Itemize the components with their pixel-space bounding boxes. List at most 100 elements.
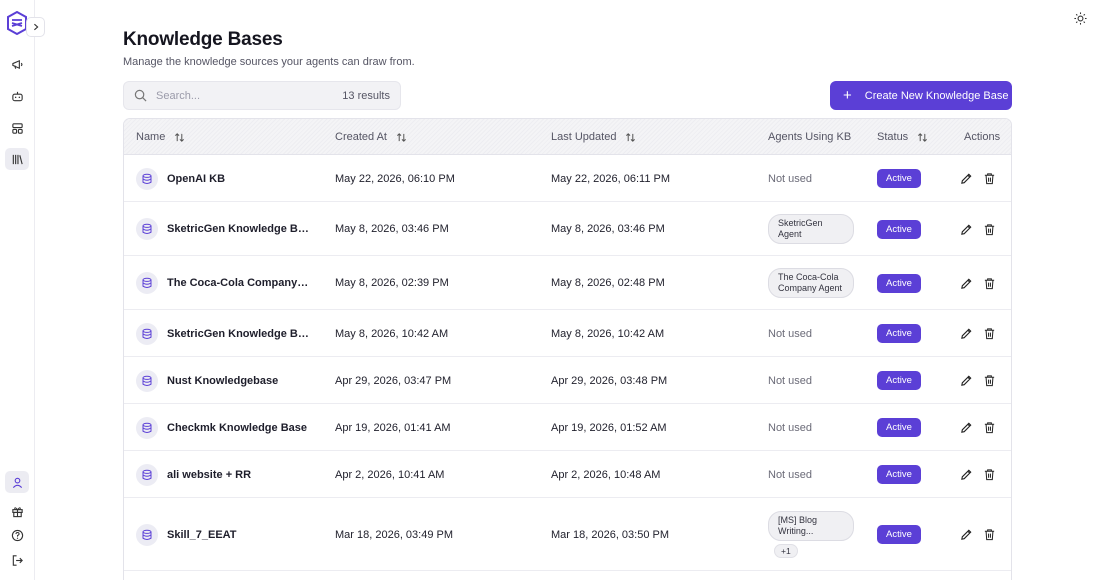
actions-cell [958,498,997,571]
database-icon [142,223,152,234]
trash-icon [984,328,994,340]
status-badge: Active [877,371,921,390]
edit-button[interactable] [958,275,974,291]
sidebar-item-layout[interactable] [5,117,29,139]
name-cell: Checkmk Knowledge Base [136,404,307,451]
column-header-label: Last Updated [551,131,617,143]
pencil-icon [960,375,971,386]
agents-text: Not used [768,172,813,185]
status-badge: Active [877,273,921,293]
column-header-agents-using-kb: Agents Using KB [768,119,851,155]
edit-button[interactable] [958,420,974,436]
create-knowledge-base-button[interactable]: + Create New Knowledge Base [830,81,1012,110]
agents-cell: Not used [768,404,812,451]
table-row[interactable]: Checkmk Knowledge Base Apr 19, 2026, 01:4… [124,404,1011,451]
database-icon [142,328,152,339]
name-cell: Skill_7_EEAT [136,498,237,571]
column-header-created-at[interactable]: Created At [335,119,407,155]
database-icon [142,422,152,433]
knowledge-base-name[interactable]: OpenAI KB [167,173,225,185]
sidebar-item-logout[interactable] [5,549,29,571]
edit-button[interactable] [958,527,974,543]
plus-icon: + [843,87,852,104]
sidebar-item-megaphone[interactable] [5,53,29,75]
name-cell: ali website + RR [136,451,251,498]
table-row[interactable]: OpenAI KB May 22, 2026, 06:10 PM May 22, 2… [124,155,1011,202]
table-row[interactable]: ali website + RR Apr 2, 2026, 10:41 AM Apr… [124,451,1011,498]
table-row[interactable]: SketricGen Knowledge Base May 8, 2026, 03… [124,202,1011,256]
table-row[interactable]: Nust Knowledgebase Apr 29, 2026, 03:47 PM… [124,357,1011,404]
knowledge-base-name[interactable]: ali website + RR [167,469,251,481]
table-row[interactable]: The Coca-Cola Company Kn... May 8, 2026, … [124,256,1011,310]
pencil-icon [960,529,971,540]
column-header-label: Name [136,131,166,143]
edit-button[interactable] [958,373,974,389]
knowledge-base-name[interactable]: Skill_7_EEAT [167,529,237,541]
app-logo[interactable] [6,10,28,36]
sidebar-item-user[interactable] [5,471,29,493]
agents-text: Not used [768,468,813,481]
delete-button[interactable] [981,221,997,237]
sidebar-item-gift[interactable] [5,500,29,522]
last-updated-cell: Apr 29, 2026, 03:48 PM [551,374,668,387]
knowledge-base-name[interactable]: Nust Knowledgebase [167,375,278,387]
delete-button[interactable] [981,171,997,187]
created-at-cell: May 8, 2026, 10:42 AM [335,327,449,340]
sort-icon [397,132,406,142]
more-agents-chip[interactable]: +1 [774,544,798,558]
last-updated-cell: Apr 19, 2026, 01:52 AM [551,421,667,434]
created-at-cell: May 22, 2026, 06:10 PM [335,172,455,185]
search-input[interactable] [156,89,343,102]
sidebar [0,0,35,580]
status-badge: Active [877,418,921,437]
agents-cell: Not used [768,310,812,357]
database-icon-badge [136,272,158,294]
page-title: Knowledge Bases [123,29,283,50]
column-header-last-updated[interactable]: Last Updated [551,119,636,155]
search-bar: 13 results [123,81,401,110]
pencil-icon [960,278,971,289]
trash-icon [984,173,994,185]
agents-cell: Not used [768,451,812,498]
database-icon-badge [136,523,158,546]
edit-button[interactable] [958,171,974,187]
delete-button[interactable] [981,326,997,342]
delete-button[interactable] [981,467,997,483]
sidebar-item-bot[interactable] [5,85,29,107]
table-header: Name Created At Last Updated Agents Using K… [124,119,1011,155]
result-count: 13 results [342,89,390,102]
table-row[interactable]: SketricGen Knowledge Base May 8, 2026, 10… [124,310,1011,357]
delete-button[interactable] [981,275,997,291]
knowledge-base-name[interactable]: The Coca-Cola Company Kn... [167,277,310,289]
column-header-status[interactable]: Status [877,119,928,155]
trash-icon [984,529,994,541]
edit-button[interactable] [958,221,974,237]
knowledge-base-name[interactable]: SketricGen Knowledge Base [167,223,310,235]
trash-icon [984,422,994,434]
agent-chip[interactable]: The Coca-Cola Company Agent [768,268,854,298]
status-badge: Active [877,324,921,343]
edit-button[interactable] [958,326,974,342]
knowledge-base-name[interactable]: SketricGen Knowledge Base [167,328,310,340]
last-updated-cell: Mar 18, 2026, 03:50 PM [551,528,670,541]
agent-chip[interactable]: [MS] Blog Writing... [768,511,854,541]
delete-button[interactable] [981,527,997,543]
knowledge-base-name[interactable]: Checkmk Knowledge Base [167,422,307,434]
sidebar-item-help[interactable] [5,524,29,546]
chevron-right-icon [33,23,38,31]
status-cell: Active [877,451,921,498]
database-icon-badge [136,218,158,240]
delete-button[interactable] [981,420,997,436]
last-updated-cell: May 22, 2026, 06:11 PM [551,172,671,185]
agent-chip[interactable]: SketricGen Agent [768,214,854,244]
delete-button[interactable] [981,373,997,389]
sidebar-expand-button[interactable] [26,17,45,37]
column-header-name[interactable]: Name [136,119,185,155]
name-cell: SketricGen Knowledge Base [136,202,310,256]
trash-icon [984,277,994,289]
theme-toggle-button[interactable] [1072,10,1088,26]
table-row[interactable]: Skill_7_EEAT Mar 18, 2026, 03:49 PM Mar 18… [124,498,1011,571]
database-icon-badge [136,463,158,486]
sidebar-item-library[interactable] [5,148,29,170]
edit-button[interactable] [958,467,974,483]
